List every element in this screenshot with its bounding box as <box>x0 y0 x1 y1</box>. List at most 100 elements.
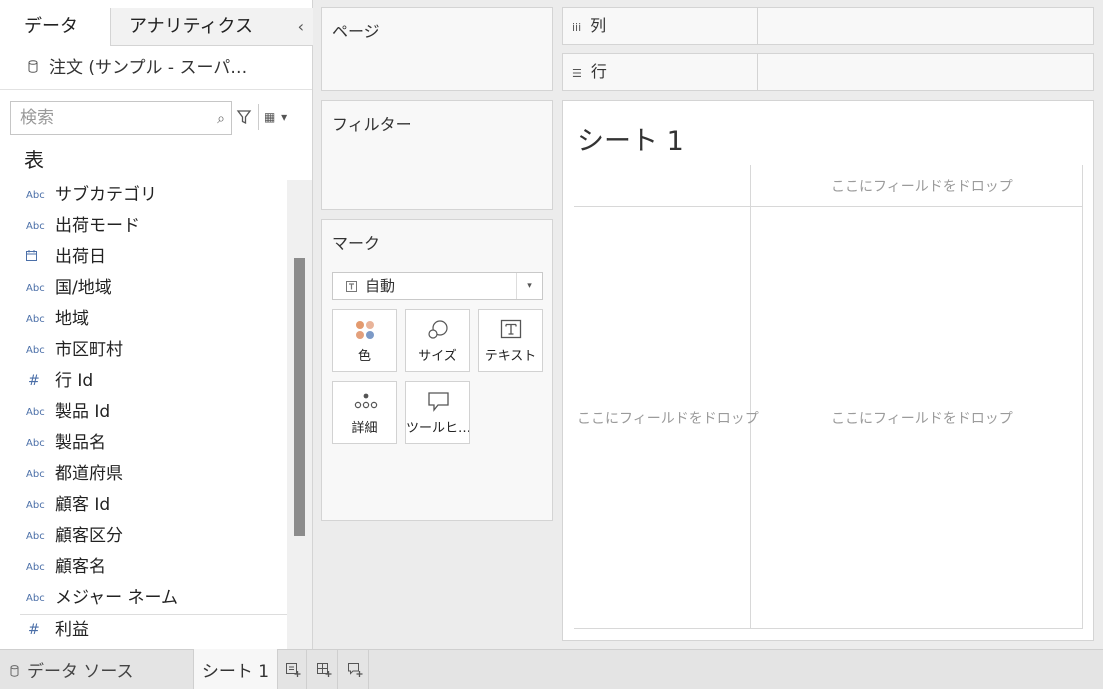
field-item[interactable]: Abc 市区町村 <box>20 335 287 366</box>
search-icon: ⌕ <box>217 111 225 127</box>
field-name: 地域 <box>55 309 89 329</box>
field-name: 利益 <box>55 620 89 640</box>
tab-datasource[interactable]: データ ソース <box>0 650 193 689</box>
text-label: テキスト <box>484 349 537 364</box>
color-button[interactable]: 色 <box>332 309 397 372</box>
field-item[interactable]: Abc 製品名 <box>20 428 287 459</box>
field-name: 市区町村 <box>55 340 123 360</box>
pages-shelf[interactable]: ページ <box>321 7 553 91</box>
detail-label: 詳細 <box>351 421 378 436</box>
list-view-icon[interactable]: ▦ ▾ <box>264 107 288 127</box>
tab-analytics[interactable]: アナリティクス <box>110 8 313 46</box>
search-placeholder: 検索 <box>20 108 54 128</box>
datasource-selector[interactable]: 注文 (サンプル - スーパ… <box>0 46 312 90</box>
sheet-tab-bar: データ ソース シート 1 <box>0 649 1103 689</box>
collapse-pane-icon[interactable]: ‹ <box>298 8 304 46</box>
number-type-icon: # <box>28 373 40 389</box>
string-type-icon: Abc <box>26 500 45 511</box>
field-item[interactable]: Abc 出荷モード <box>20 211 287 242</box>
filters-label: フィルター <box>332 115 412 134</box>
field-name: 行 Id <box>55 371 94 391</box>
new-worksheet-icon <box>286 663 301 677</box>
worksheet-canvas[interactable]: シート 1 ここにフィールドをドロップ ここにフィールドをドロップ ここにフィー… <box>562 100 1094 641</box>
column-drop-zone[interactable]: ここにフィールドをドロップ <box>831 176 1013 196</box>
string-type-icon: Abc <box>26 531 45 542</box>
field-item[interactable]: Abc 都道府県 <box>20 459 287 490</box>
field-name: サブカテゴリ <box>55 185 157 205</box>
grid-vertical-line <box>750 165 751 629</box>
text-button[interactable]: テキスト <box>478 309 543 372</box>
toolbar-divider <box>258 104 259 130</box>
grid-horizontal-line <box>574 206 1083 207</box>
field-item[interactable]: Abc サブカテゴリ <box>20 180 287 211</box>
field-item[interactable]: Abc 顧客名 <box>20 552 287 583</box>
text-mark-icon <box>346 273 357 303</box>
rows-icon: ☰ <box>572 67 582 80</box>
scrollbar-thumb[interactable] <box>294 258 305 536</box>
grid-bottom-line <box>574 628 1083 629</box>
filter-icon[interactable] <box>236 107 252 127</box>
new-worksheet-button[interactable] <box>279 650 307 689</box>
grid-right-border <box>1082 165 1083 629</box>
filters-shelf[interactable]: フィルター <box>321 100 553 210</box>
datasource-name: 注文 (サンプル - スーパ… <box>49 58 248 78</box>
field-list: Abc サブカテゴリ Abc 出荷モード出荷日 Abc 国/地域 Abc 地域 Abc 市区町村 #… <box>20 180 287 645</box>
field-name: 顧客区分 <box>55 526 123 546</box>
color-label: 色 <box>357 349 371 364</box>
pages-label: ページ <box>332 22 380 41</box>
field-item[interactable]: Abc 顧客 Id <box>20 490 287 521</box>
field-name: 製品 Id <box>55 402 111 422</box>
tooltip-button[interactable]: ツールヒ… <box>405 381 470 444</box>
string-type-icon: Abc <box>26 593 45 604</box>
data-pane: データ アナリティクス ‹ 注文 (サンプル - スーパ… 検索 ⌕ ▦ ▾ 表… <box>0 0 313 649</box>
columns-icon: iii <box>572 21 582 34</box>
chevron-down-icon[interactable]: ▾ <box>516 273 542 299</box>
field-name: メジャー ネーム <box>55 588 179 608</box>
string-type-icon: Abc <box>26 221 45 232</box>
tables-heading: 表 <box>24 148 44 172</box>
columns-shelf[interactable]: iii 列 <box>562 7 1094 45</box>
color-dots-icon <box>356 321 374 339</box>
field-item[interactable]: Abc 顧客区分 <box>20 521 287 552</box>
tab-data[interactable]: データ <box>0 8 110 46</box>
rows-shelf-label: ☰ 行 <box>563 54 758 90</box>
detail-button[interactable]: 詳細 <box>332 381 397 444</box>
new-dashboard-icon <box>317 663 332 677</box>
string-type-icon: Abc <box>26 562 45 573</box>
database-icon <box>28 46 39 89</box>
string-type-icon: Abc <box>26 314 45 325</box>
field-name: 国/地域 <box>55 278 112 298</box>
size-label: サイズ <box>418 349 457 364</box>
tab-sheet-1[interactable]: シート 1 <box>193 649 278 689</box>
string-type-icon: Abc <box>26 190 45 201</box>
field-item[interactable]: 出荷日 <box>20 242 287 273</box>
string-type-icon: Abc <box>26 345 45 356</box>
field-item[interactable]: Abc 国/地域 <box>20 273 287 304</box>
field-name: 出荷日 <box>55 247 106 267</box>
text-icon <box>500 319 522 339</box>
field-item[interactable]: # 利益 <box>20 614 287 645</box>
field-item[interactable]: # 行 Id <box>20 366 287 397</box>
string-type-icon: Abc <box>26 469 45 480</box>
size-button[interactable]: サイズ <box>405 309 470 372</box>
search-input[interactable]: 検索 ⌕ <box>10 101 232 135</box>
new-dashboard-button[interactable] <box>310 650 338 689</box>
field-drop-zone[interactable]: ここにフィールドをドロップ <box>831 408 1013 428</box>
field-name: 製品名 <box>55 433 106 453</box>
string-type-icon: Abc <box>26 283 45 294</box>
marks-label: マーク <box>332 234 381 253</box>
row-drop-zone[interactable]: ここにフィールドをドロップ <box>577 408 759 428</box>
field-item[interactable]: Abc メジャー ネーム <box>20 583 287 614</box>
mark-type-dropdown[interactable]: 自動 ▾ <box>332 272 543 300</box>
detail-dots-icon <box>354 393 378 409</box>
field-name: 都道府県 <box>55 464 123 484</box>
field-item[interactable]: Abc 地域 <box>20 304 287 335</box>
size-circles-icon <box>428 320 448 339</box>
field-item[interactable]: Abc 製品 Id <box>20 397 287 428</box>
sheet-title[interactable]: シート 1 <box>577 119 684 158</box>
new-story-button[interactable] <box>341 650 369 689</box>
tooltip-label: ツールヒ… <box>406 421 469 436</box>
field-name: 出荷モード <box>55 216 140 236</box>
field-name: 顧客名 <box>55 557 106 577</box>
rows-shelf[interactable]: ☰ 行 <box>562 53 1094 91</box>
